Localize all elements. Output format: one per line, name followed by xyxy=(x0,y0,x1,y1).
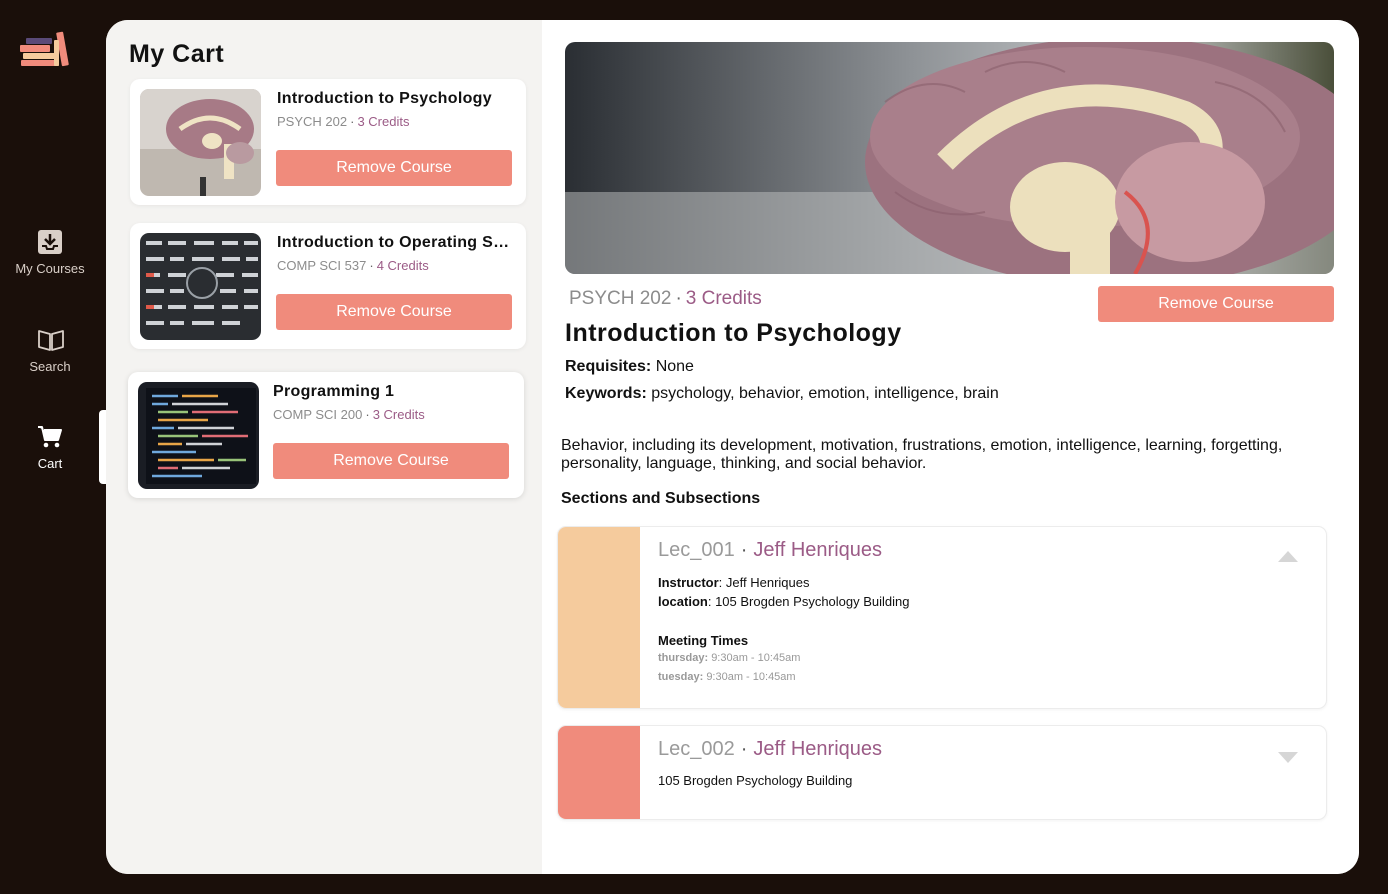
course-title: Introduction to Psychology xyxy=(277,90,492,107)
instructor-value: Jeff Henriques xyxy=(725,575,810,590)
open-book-icon xyxy=(37,327,64,353)
section-color-bar xyxy=(558,726,640,819)
requisites-value: None xyxy=(655,358,694,375)
meeting-time-row: thursday: 9:30am - 10:45am xyxy=(658,652,800,664)
section-name: Lec_002 xyxy=(658,738,735,760)
detail-credits: 3 Credits xyxy=(685,288,762,309)
section-instructor-name: Jeff Henriques xyxy=(753,738,883,760)
nav-my-courses[interactable]: My Courses xyxy=(0,229,100,276)
course-title: Programming 1 xyxy=(273,383,395,400)
sections-heading: Sections and Subsections xyxy=(561,490,761,507)
separator-dot: · xyxy=(369,258,374,273)
separator-dot: · xyxy=(350,114,355,129)
remove-course-button[interactable]: Remove Course xyxy=(276,294,512,330)
section-color-bar xyxy=(558,527,640,708)
course-code: PSYCH 202 xyxy=(277,114,348,129)
cart-icon xyxy=(37,424,63,450)
requisites-line: Requisites: None xyxy=(565,358,694,376)
meeting-time: 9:30am - 10:45am xyxy=(706,671,796,683)
nav-cart-label: Cart xyxy=(37,456,63,471)
cart-item-selected[interactable]: Programming 1 COMP SCI 200 · 3 Credits Rem… xyxy=(128,372,524,498)
location-line: location: 105 Brogden Psychology Buildin… xyxy=(658,594,910,609)
cart-title: My Cart xyxy=(129,40,225,68)
course-thumbnail xyxy=(140,233,261,340)
detail-course-code: PSYCH 202 xyxy=(569,288,672,309)
nav-my-courses-label: My Courses xyxy=(15,261,85,276)
cart-item[interactable]: Introduction to Operating Systems COMP S… xyxy=(130,223,526,349)
nav-search-label: Search xyxy=(29,359,71,374)
meeting-time: 9:30am - 10:45am xyxy=(711,652,801,664)
location-label: location xyxy=(658,594,708,609)
requisites-label: Requisites: xyxy=(565,358,652,375)
course-thumbnail xyxy=(138,382,259,489)
course-thumbnail xyxy=(140,89,261,196)
course-code: COMP SCI 537 xyxy=(277,258,367,273)
sidebar: My Courses Search Cart xyxy=(0,0,109,894)
books-logo xyxy=(20,30,76,68)
course-meta: COMP SCI 200 · 3 Credits xyxy=(273,407,425,422)
keywords-label: Keywords: xyxy=(565,385,647,402)
meeting-times-heading: Meeting Times xyxy=(658,633,749,648)
remove-course-button[interactable]: Remove Course xyxy=(276,150,512,186)
section-name: Lec_001 xyxy=(658,539,735,561)
separator-dot: · xyxy=(740,539,748,561)
course-meta: COMP SCI 537 · 4 Credits xyxy=(277,258,429,273)
chevron-down-icon[interactable] xyxy=(1278,752,1298,763)
meeting-time-row: tuesday: 9:30am - 10:45am xyxy=(658,671,796,683)
nav-cart[interactable]: Cart xyxy=(0,424,100,471)
section-header: Lec_002 · Jeff Henriques xyxy=(658,738,882,761)
meeting-day: thursday: xyxy=(658,652,709,664)
detail-remove-course-button[interactable]: Remove Course xyxy=(1098,286,1334,322)
separator-dot: · xyxy=(365,407,370,422)
detail-title: Introduction to Psychology xyxy=(565,319,902,347)
nav-search[interactable]: Search xyxy=(0,327,100,374)
course-description: Behavior, including its development, mot… xyxy=(561,437,1283,472)
course-title: Introduction to Operating Systems xyxy=(277,234,517,251)
course-hero-image xyxy=(565,42,1334,274)
section-card-collapsed[interactable]: Lec_002 · Jeff Henriques 105 Brogden Psych… xyxy=(557,725,1327,820)
course-code: COMP SCI 200 xyxy=(273,407,363,422)
course-detail-panel: PSYCH 202 · 3 Credits Remove Course Introd… xyxy=(542,20,1359,874)
section-header: Lec_001 · Jeff Henriques xyxy=(658,539,882,562)
separator-dot: · xyxy=(740,738,748,760)
keywords-line: Keywords: psychology, behavior, emotion,… xyxy=(565,385,999,403)
detail-meta: PSYCH 202 · 3 Credits xyxy=(569,288,762,310)
download-tray-icon xyxy=(37,229,63,255)
course-credits: 4 Credits xyxy=(376,258,429,273)
app-window: My Cart Introduction to Psychology PSYCH… xyxy=(106,20,1359,874)
section-location: 105 Brogden Psychology Building xyxy=(658,773,853,788)
cart-item[interactable]: Introduction to Psychology PSYCH 202 · 3 C… xyxy=(130,79,526,205)
remove-course-button[interactable]: Remove Course xyxy=(273,443,509,479)
instructor-label: Instructor xyxy=(658,575,719,590)
location-value: 105 Brogden Psychology Building xyxy=(715,594,910,609)
section-card-expanded[interactable]: Lec_001 · Jeff Henriques Instructor: Jeff … xyxy=(557,526,1327,709)
cart-panel: My Cart Introduction to Psychology PSYCH… xyxy=(106,20,542,874)
instructor-line: Instructor: Jeff Henriques xyxy=(658,575,810,590)
section-instructor-name: Jeff Henriques xyxy=(753,539,883,561)
course-credits: 3 Credits xyxy=(372,407,425,422)
course-credits: 3 Credits xyxy=(357,114,410,129)
chevron-up-icon[interactable] xyxy=(1278,551,1298,562)
keywords-value: psychology, behavior, emotion, intellige… xyxy=(651,385,999,402)
meeting-day: tuesday: xyxy=(658,671,704,683)
course-meta: PSYCH 202 · 3 Credits xyxy=(277,114,409,129)
separator-dot: · xyxy=(675,288,682,309)
